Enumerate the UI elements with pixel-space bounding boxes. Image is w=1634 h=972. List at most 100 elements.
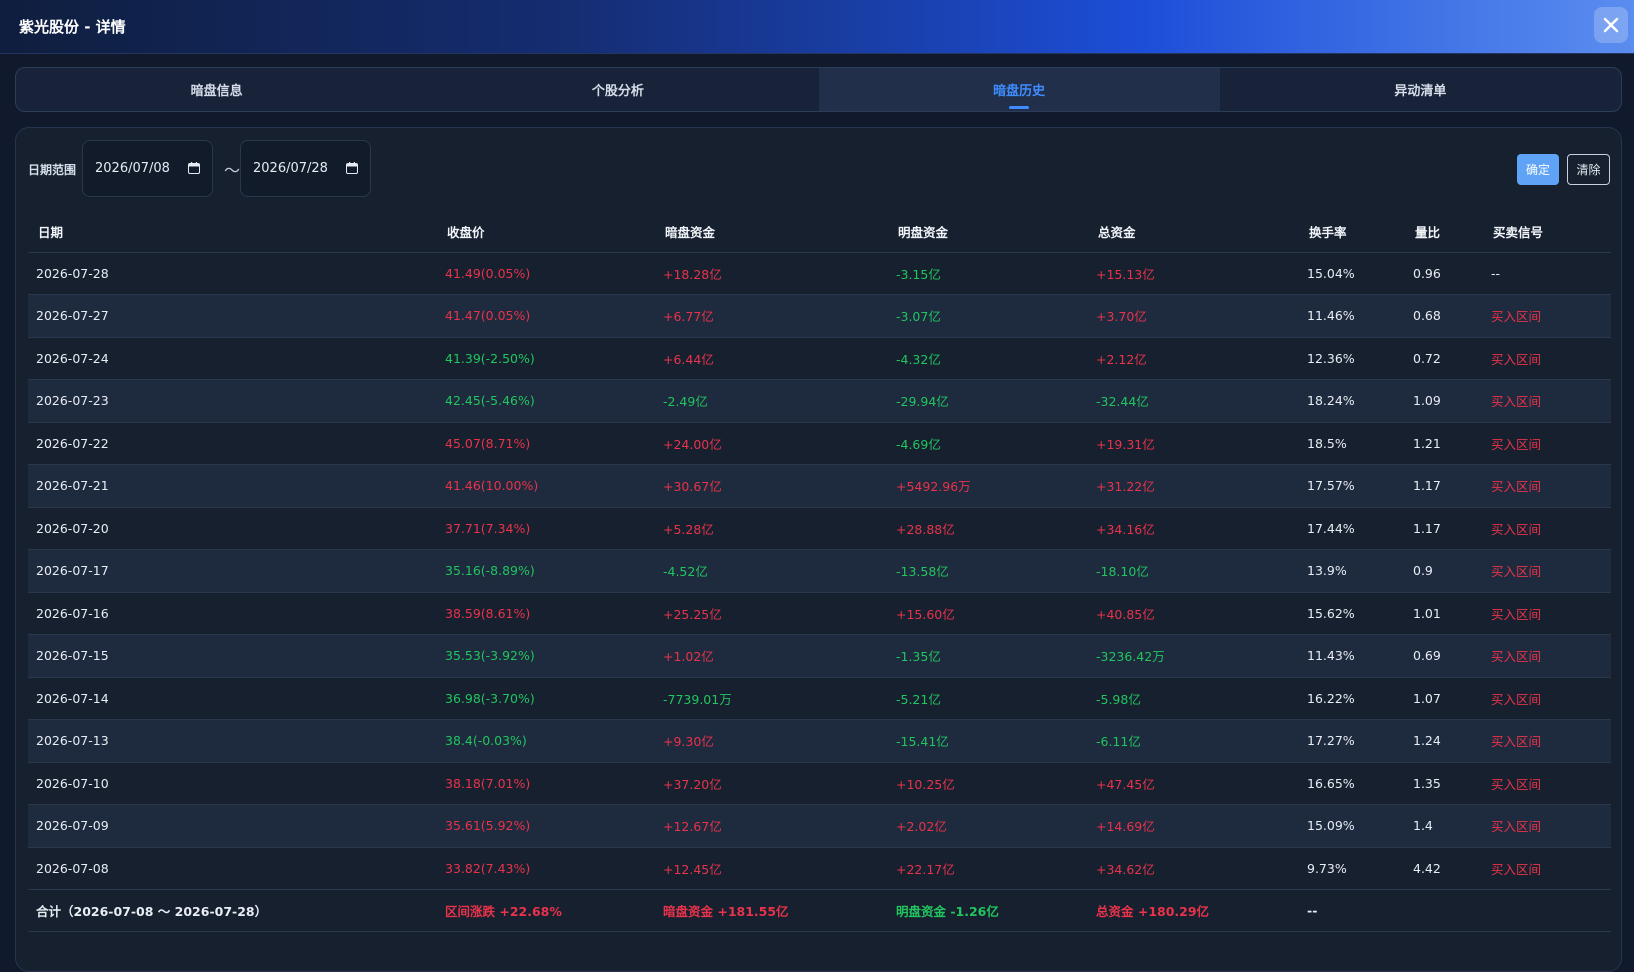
table-row[interactable]: 2026-07-22 45.07(8.71%) +24.00亿 -4.69亿 +19.3…: [28, 422, 1611, 465]
cell-turnover: 11.46%: [1299, 294, 1405, 338]
cell-dark-fund: +6.44亿: [655, 337, 888, 380]
cell-turnover: 17.44%: [1299, 507, 1405, 550]
cell-signal: 买入区间: [1483, 762, 1611, 805]
cell-date: 2026-07-28: [28, 252, 437, 295]
table-row[interactable]: 2026-07-08 33.82(7.43%) +12.45亿 +22.17亿 +34.…: [28, 847, 1611, 890]
cell-total-fund: +40.85亿: [1088, 592, 1299, 635]
confirm-button[interactable]: 确定: [1517, 154, 1559, 185]
cell-total-fund: +34.16亿: [1088, 507, 1299, 550]
cell-signal: 买入区间: [1483, 804, 1611, 848]
close-button[interactable]: [1594, 7, 1628, 43]
cell-close: 41.49(0.05%): [437, 252, 655, 295]
cell-volume-ratio: 1.07: [1405, 677, 1483, 720]
cell-total-fund: -18.10亿: [1088, 549, 1299, 593]
cell-dark-fund: +37.20亿: [655, 762, 888, 805]
cell-turnover: 12.36%: [1299, 337, 1405, 380]
column-header-dark-fund: 暗盘资金: [655, 211, 888, 253]
cell-date: 2026-07-24: [28, 337, 437, 380]
table-row[interactable]: 2026-07-10 38.18(7.01%) +37.20亿 +10.25亿 +47.…: [28, 762, 1611, 805]
cell-lit-fund: -3.15亿: [888, 252, 1088, 295]
cell-total-fund: -5.98亿: [1088, 677, 1299, 720]
table-row[interactable]: 2026-07-14 36.98(-3.70%) -7739.01万 -5.21亿 -5…: [28, 677, 1611, 720]
end-date-value: 2026/07/28: [253, 161, 328, 176]
cell-date: 2026-07-20: [28, 507, 437, 550]
table-row[interactable]: 2026-07-15 35.53(-3.92%) +1.02亿 -1.35亿 -3236…: [28, 634, 1611, 678]
calendar-icon[interactable]: [346, 162, 358, 174]
tab-bar: 暗盘信息 个股分析 暗盘历史 异动清单: [15, 67, 1622, 112]
table-row[interactable]: 2026-07-20 37.71(7.34%) +5.28亿 +28.88亿 +34.1…: [28, 507, 1611, 550]
table-row[interactable]: 2026-07-27 41.47(0.05%) +6.77亿 -3.07亿 +3.70亿…: [28, 294, 1611, 338]
cell-total-fund: +2.12亿: [1088, 337, 1299, 380]
column-header-lit-fund: 明盘资金: [888, 211, 1088, 253]
cell-lit-fund: +5492.96万: [888, 464, 1088, 508]
tab-anomaly-list[interactable]: 异动清单: [1220, 68, 1621, 111]
cell-volume-ratio: 0.69: [1405, 634, 1483, 678]
cell-volume-ratio: 1.01: [1405, 592, 1483, 635]
table-row[interactable]: 2026-07-23 42.45(-5.46%) -2.49亿 -29.94亿 -32.…: [28, 379, 1611, 423]
cell-close: 33.82(7.43%): [437, 847, 655, 890]
cell-lit-fund: -4.69亿: [888, 422, 1088, 465]
cell-volume-ratio: 1.09: [1405, 379, 1483, 423]
cell-lit-fund: -1.35亿: [888, 634, 1088, 678]
tab-dark-history[interactable]: 暗盘历史: [818, 68, 1220, 111]
cell-signal: 买入区间: [1483, 847, 1611, 890]
tab-stock-analysis[interactable]: 个股分析: [417, 68, 818, 111]
cell-lit-fund: -4.32亿: [888, 337, 1088, 380]
date-range-label: 日期范围: [28, 163, 77, 177]
dialog-title: 紫光股份 - 详情: [19, 18, 126, 36]
summary-empty-cell: [1405, 889, 1483, 932]
cell-close: 35.53(-3.92%): [437, 634, 655, 678]
cell-close: 36.98(-3.70%): [437, 677, 655, 720]
cell-dark-fund: +5.28亿: [655, 507, 888, 550]
cell-signal: 买入区间: [1483, 719, 1611, 763]
cell-date: 2026-07-13: [28, 719, 437, 763]
column-header-date: 日期: [28, 211, 437, 253]
table-row[interactable]: 2026-07-16 38.59(8.61%) +25.25亿 +15.60亿 +40.…: [28, 592, 1611, 635]
cell-volume-ratio: 1.35: [1405, 762, 1483, 805]
cell-close: 35.16(-8.89%): [437, 549, 655, 593]
table-row[interactable]: 2026-07-13 38.4(-0.03%) +9.30亿 -15.41亿 -6.11…: [28, 719, 1611, 763]
clear-button[interactable]: 清除: [1567, 154, 1610, 185]
table-row[interactable]: 2026-07-24 41.39(-2.50%) +6.44亿 -4.32亿 +2.12…: [28, 337, 1611, 380]
cell-signal: 买入区间: [1483, 677, 1611, 720]
cell-dark-fund: +12.67亿: [655, 804, 888, 848]
cell-date: 2026-07-14: [28, 677, 437, 720]
tab-dark-info[interactable]: 暗盘信息: [16, 68, 417, 111]
start-date-value: 2026/07/08: [95, 161, 170, 176]
cell-turnover: 17.57%: [1299, 464, 1405, 508]
cell-volume-ratio: 1.17: [1405, 507, 1483, 550]
cell-dark-fund: -2.49亿: [655, 379, 888, 423]
table-row[interactable]: 2026-07-09 35.61(5.92%) +12.67亿 +2.02亿 +14.6…: [28, 804, 1611, 848]
cell-date: 2026-07-27: [28, 294, 437, 338]
cell-lit-fund: -15.41亿: [888, 719, 1088, 763]
cell-volume-ratio: 0.96: [1405, 252, 1483, 295]
cell-close: 35.61(5.92%): [437, 804, 655, 848]
calendar-icon[interactable]: [188, 162, 200, 174]
cell-date: 2026-07-08: [28, 847, 437, 890]
cell-turnover: 16.22%: [1299, 677, 1405, 720]
cell-turnover: 11.43%: [1299, 634, 1405, 678]
start-date-input[interactable]: 2026/07/08: [82, 140, 213, 197]
cell-turnover: 15.04%: [1299, 252, 1405, 295]
table-row[interactable]: 2026-07-17 35.16(-8.89%) -4.52亿 -13.58亿 -18.…: [28, 549, 1611, 593]
end-date-input[interactable]: 2026/07/28: [240, 140, 371, 197]
cell-close: 38.18(7.01%): [437, 762, 655, 805]
cell-volume-ratio: 4.42: [1405, 847, 1483, 890]
cell-total-fund: -32.44亿: [1088, 379, 1299, 423]
cell-turnover: 15.62%: [1299, 592, 1405, 635]
cell-volume-ratio: 1.24: [1405, 719, 1483, 763]
cell-dark-fund: +25.25亿: [655, 592, 888, 635]
cell-date: 2026-07-15: [28, 634, 437, 678]
summary-dark-fund: 暗盘资金 +181.55亿: [655, 889, 888, 932]
cell-signal: 买入区间: [1483, 634, 1611, 678]
cell-total-fund: -3236.42万: [1088, 634, 1299, 678]
cell-lit-fund: -3.07亿: [888, 294, 1088, 338]
summary-lit-fund: 明盘资金 -1.26亿: [888, 889, 1088, 932]
table-row[interactable]: 2026-07-21 41.46(10.00%) +30.67亿 +5492.96万 +…: [28, 464, 1611, 508]
cell-date: 2026-07-22: [28, 422, 437, 465]
cell-signal: 买入区间: [1483, 294, 1611, 338]
cell-volume-ratio: 0.9: [1405, 549, 1483, 593]
cell-total-fund: +47.45亿: [1088, 762, 1299, 805]
cell-signal: 买入区间: [1483, 507, 1611, 550]
table-row[interactable]: 2026-07-28 41.49(0.05%) +18.28亿 -3.15亿 +15.1…: [28, 252, 1611, 295]
